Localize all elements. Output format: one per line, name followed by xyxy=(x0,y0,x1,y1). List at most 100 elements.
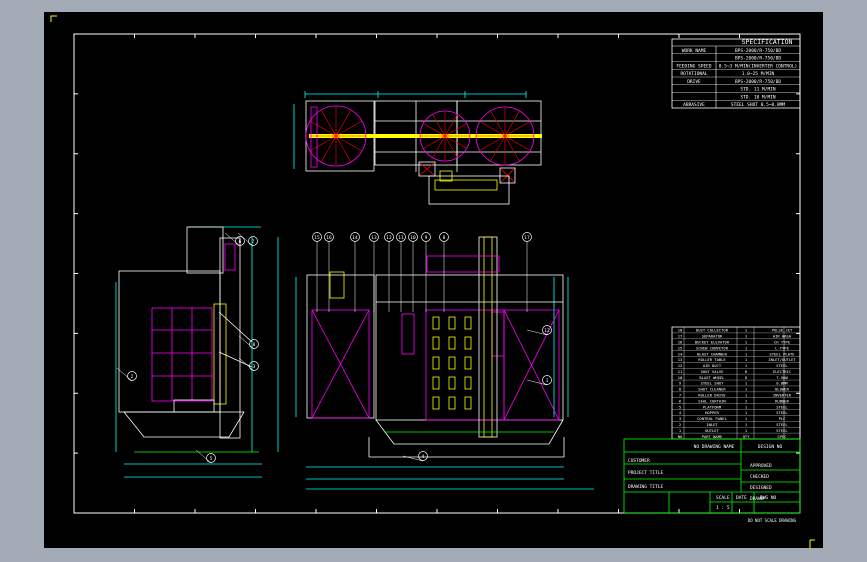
parts-cell-no: 11 xyxy=(678,369,683,374)
title-drawing-no: DESIGN NO xyxy=(758,444,783,450)
parts-cell-no: 12 xyxy=(678,363,683,368)
spec-row-value: BPS-2000/R-750/BD xyxy=(735,56,781,62)
parts-cell-no: 2 xyxy=(679,422,681,427)
balloon-label: 16 xyxy=(326,235,332,241)
wheel-spoke xyxy=(309,120,337,137)
blast-nozzle xyxy=(448,396,456,410)
wheel-spoke xyxy=(504,121,531,137)
parts-cell-name: BUCKET ELEVATOR xyxy=(695,339,730,344)
blast-nozzle xyxy=(464,316,472,330)
parts-cell-qty: 1 xyxy=(745,393,748,398)
cad-drawing-viewport[interactable]: SPECIFICATION WORK NAME BPS-2000/R-750/BD… xyxy=(44,12,823,548)
parts-cell-name: ROLLER TABLE xyxy=(698,357,726,362)
blast-nozzle xyxy=(432,336,440,350)
spec-row-value: 0.5~3 M/MIN(INVERTER CONTROL) xyxy=(719,63,798,69)
blast-nozzle xyxy=(464,376,472,390)
balloon-label: 9 xyxy=(425,235,428,241)
parts-cell-qty: 1 xyxy=(745,339,748,344)
parts-cell-no: 10 xyxy=(678,375,683,380)
parts-header-qty: QTY xyxy=(743,434,751,439)
wheel-spoke xyxy=(444,135,458,158)
wheel-spoke xyxy=(432,114,446,137)
leader-line xyxy=(526,379,548,386)
wheel-spoke xyxy=(504,135,520,162)
parts-cell-name: PLATFORM xyxy=(703,404,722,409)
balloon-label: 2 xyxy=(131,374,134,380)
parts-cell-spec: STEEL xyxy=(776,363,788,368)
parts-cell-qty: 1 xyxy=(745,345,748,350)
wheel-spoke xyxy=(309,135,337,152)
drawing-sheet: SPECIFICATION WORK NAME BPS-2000/R-750/BD… xyxy=(50,15,815,548)
title-company: NO DRAWING NAME xyxy=(694,444,735,450)
spec-title: SPECIFICATION xyxy=(742,38,793,46)
title-checked: CHECKED xyxy=(750,474,769,480)
parts-cell-no: 17 xyxy=(678,334,683,339)
wheel-spoke xyxy=(444,114,458,137)
wheel-spoke xyxy=(320,135,337,163)
blast-nozzle xyxy=(432,396,440,410)
spec-row-value: STD. 10 M/MIN xyxy=(740,94,776,100)
parts-cell-no: 7 xyxy=(679,393,681,398)
balloon-label: 5 xyxy=(210,456,213,462)
wheel-spoke xyxy=(320,109,337,137)
parts-cell-no: 14 xyxy=(678,351,683,356)
blast-nozzle xyxy=(448,316,456,330)
parts-header-no: NO xyxy=(678,434,683,439)
spec-row-label: WORK NAME xyxy=(682,48,707,54)
balloon-label: 15 xyxy=(314,235,320,241)
balloon-label: 11 xyxy=(398,235,404,241)
parts-cell-spec: AIR WASH xyxy=(773,334,792,339)
parts-cell-spec: STEEL xyxy=(776,410,788,415)
side-elevation xyxy=(115,226,279,478)
parts-header-name: PART NAME xyxy=(702,434,723,439)
parts-cell-qty: 1 xyxy=(745,351,748,356)
parts-cell-spec: 7.5KW xyxy=(776,375,788,380)
parts-header-spec: SPEC xyxy=(777,434,786,439)
spec-row-value: STD. 11 M/MIN xyxy=(740,87,776,93)
balloon-label: 13 xyxy=(371,235,377,241)
balloon-label: 12 xyxy=(386,235,392,241)
parts-cell-no: 5 xyxy=(679,404,681,409)
wheel-spoke xyxy=(335,135,352,163)
balloon-label: 1 xyxy=(546,378,549,384)
parts-cell-qty: 1 xyxy=(745,334,748,339)
parts-cell-qty: 8 xyxy=(745,369,748,374)
parts-cell-name: ROLLER DRIVE xyxy=(698,393,726,398)
balloons-layer: 15 16 14 13 12 11 10 9 8 176 728351214 xyxy=(116,232,552,464)
parts-cell-no: 9 xyxy=(679,381,682,386)
blast-nozzle xyxy=(464,396,472,410)
blast-nozzle xyxy=(432,316,440,330)
parts-cell-qty: 1 xyxy=(745,422,748,427)
title-approved: APPROVED xyxy=(750,463,772,469)
parts-cell-no: 3 xyxy=(679,416,681,421)
wheel-spoke xyxy=(432,135,446,158)
parts-cell-spec: CH TYPE xyxy=(774,339,791,344)
parts-cell-name: SEPARATOR xyxy=(702,334,723,339)
blast-nozzle xyxy=(464,356,472,370)
wheel-spoke xyxy=(504,135,531,151)
plan-view xyxy=(293,91,542,205)
specification-table: SPECIFICATION WORK NAME BPS-2000/R-750/BD… xyxy=(671,38,801,109)
spec-row-label: DRIVE xyxy=(687,79,701,85)
parts-cell-name: SHOT VALVE xyxy=(701,369,725,374)
parts-cell-no: 16 xyxy=(678,339,683,344)
parts-cell-spec: BLOWER xyxy=(775,387,789,392)
title-project: PROJECT TITLE xyxy=(628,470,664,476)
title-scale-value: 1 : 5 xyxy=(716,505,730,511)
parts-cell-qty: 1 xyxy=(745,428,748,433)
parts-cell-no: 15 xyxy=(678,345,683,350)
parts-cell-spec: 0.8MM xyxy=(776,381,788,386)
parts-cell-spec: INVERTER xyxy=(773,393,792,398)
title-scale-label: SCALE xyxy=(716,495,730,501)
wheel-spoke xyxy=(504,110,520,137)
blast-nozzle xyxy=(448,376,456,390)
title-block-text: NO DRAWING NAME DESIGN NO CUSTOMER PROJE… xyxy=(628,444,797,523)
wheel-spoke xyxy=(335,109,352,137)
wheel-spoke xyxy=(490,110,506,137)
parts-cell-no: 8 xyxy=(679,387,682,392)
parts-cell-name: BLAST WHEEL xyxy=(699,375,725,380)
wheel-spoke xyxy=(490,135,506,162)
blast-nozzle xyxy=(432,376,440,390)
balloon-label: 3 xyxy=(253,364,256,370)
title-block xyxy=(623,438,801,514)
